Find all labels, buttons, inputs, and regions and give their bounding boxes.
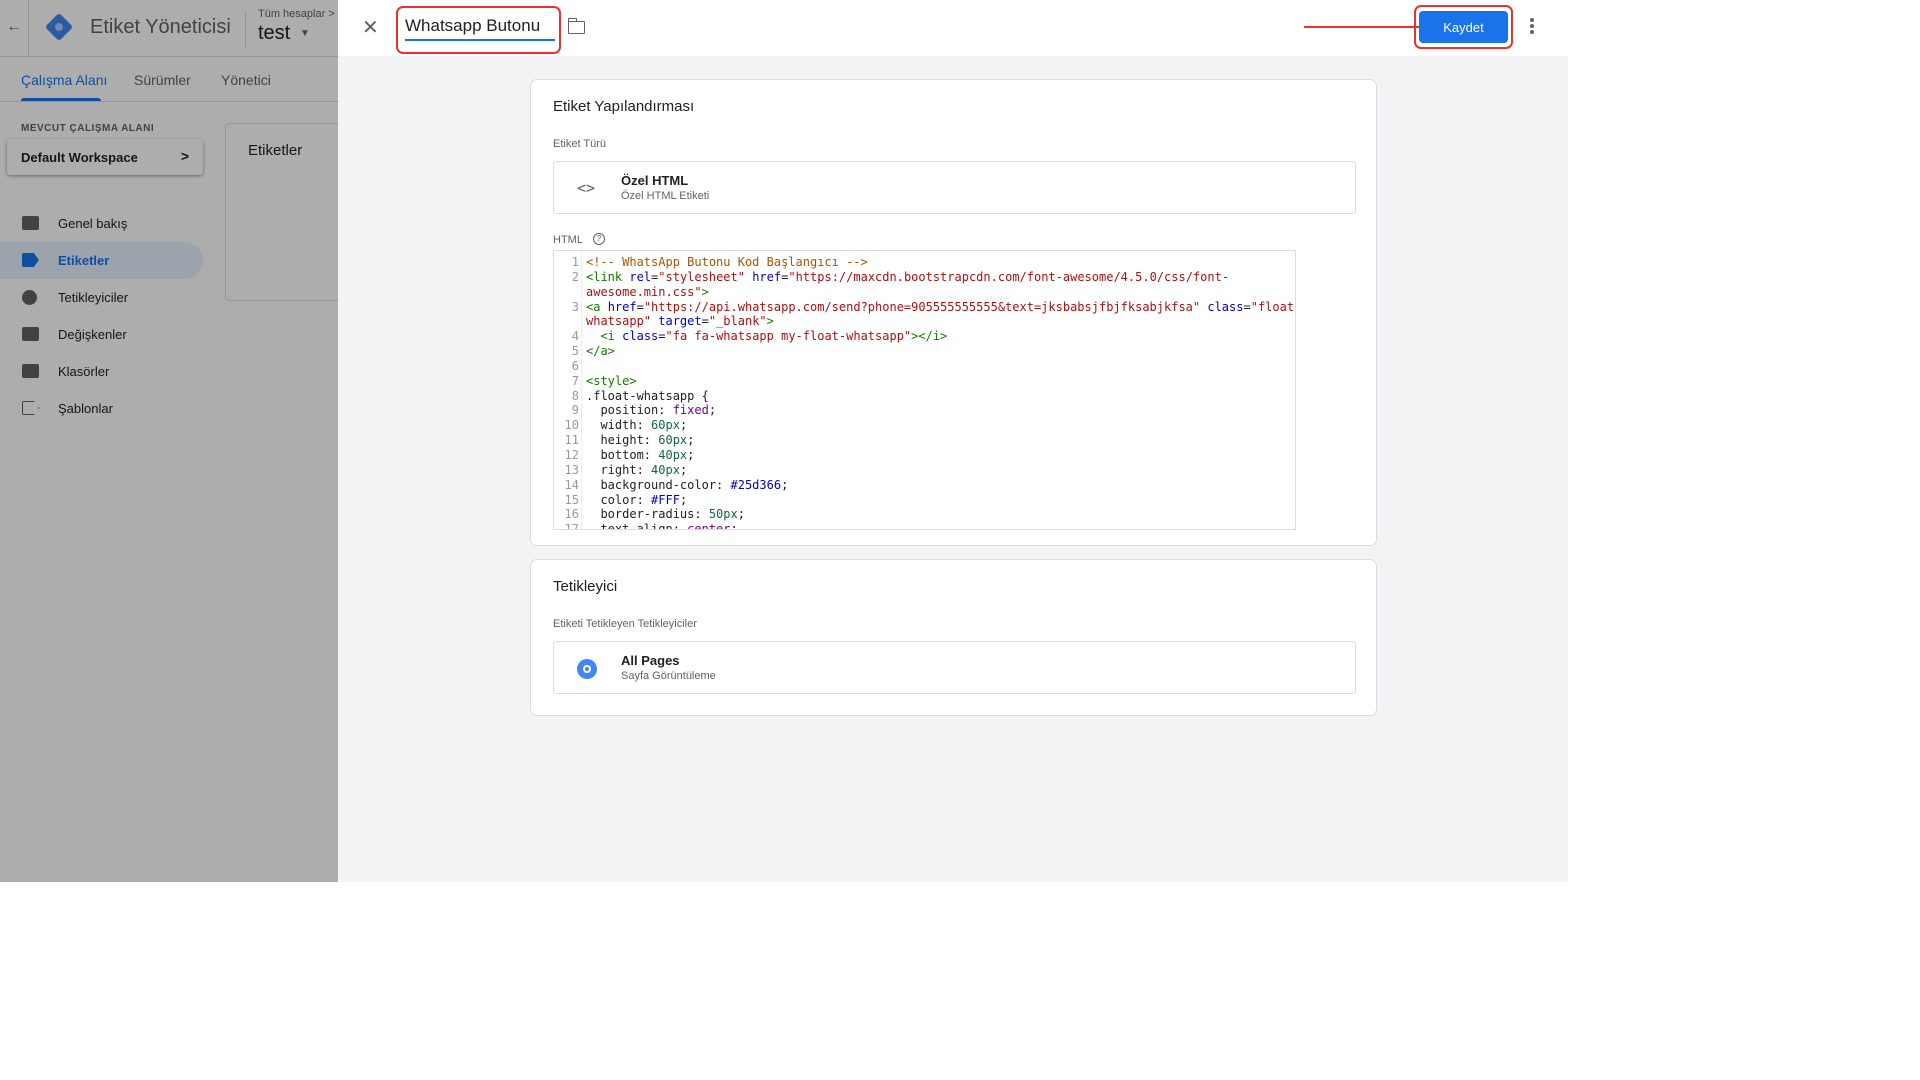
modal-scrim[interactable] — [0, 0, 340, 882]
line-number: 1 — [571, 255, 579, 269]
line-number: 2 — [571, 269, 579, 284]
line-number: 13 — [564, 462, 579, 477]
more-vert-icon[interactable] — [1528, 16, 1536, 38]
line-number: 15 — [564, 492, 579, 507]
code-line: <a href="https://api.whatsapp.com/send?p… — [586, 299, 1295, 314]
trigger-label: Etiketi Tetikleyen Tetikleyiciler — [553, 618, 697, 630]
folder-icon[interactable] — [567, 18, 585, 34]
code-line: </a> — [586, 344, 615, 359]
line-number: 3 — [571, 299, 579, 314]
line-number: 12 — [564, 447, 579, 462]
trigger-name: All Pages — [621, 653, 680, 668]
code-line: .float-whatsapp { — [586, 388, 709, 403]
code-line: height: 60px; — [586, 433, 695, 448]
code-line: <!-- WhatsApp Butonu Kod Başlangıcı --> — [586, 255, 868, 269]
code-line: <i class="fa fa-whatsapp my-float-whatsa… — [600, 329, 948, 344]
line-number: 7 — [571, 373, 579, 388]
line-number: 16 — [564, 507, 579, 522]
panel-header: ✕ Whatsapp Butonu Kaydet — [338, 0, 1568, 56]
help-icon[interactable]: ? — [593, 233, 605, 245]
line-number: 6 — [571, 358, 579, 373]
trigger-item[interactable]: All Pages Sayfa Görüntüleme — [553, 641, 1356, 694]
tag-name-input[interactable]: Whatsapp Butonu — [405, 16, 555, 41]
line-number: 11 — [564, 433, 579, 448]
section-title: Tetikleyici — [553, 578, 618, 595]
line-number-gutter: 12 3 4 5 6 7 8 9 10 11 12 13 14 15 16 17 — [554, 255, 581, 530]
code-icon: <> — [577, 179, 596, 197]
trigger-card: Tetikleyici Etiketi Tetikleyen Tetikleyi… — [530, 559, 1377, 716]
annotation-arrow — [1304, 26, 1428, 28]
html-code-editor[interactable]: 12 3 4 5 6 7 8 9 10 11 12 13 14 15 16 17 <!-- WhatsAp… — [553, 250, 1296, 530]
code-content[interactable]: <!-- WhatsApp Butonu Kod Başlangıcı --> <… — [586, 255, 1295, 530]
code-line: awesome.min.css"> — [586, 284, 709, 299]
line-number: 8 — [571, 388, 579, 403]
line-number — [554, 285, 581, 300]
line-number: 14 — [564, 477, 579, 492]
gutter-divider — [581, 251, 582, 529]
code-line: width: 60px; — [586, 418, 688, 433]
tag-configuration-card: Etiket Yapılandırması Etiket Türü <> Öze… — [530, 79, 1377, 546]
code-line: color: #FFF; — [586, 492, 688, 507]
tag-type-selector[interactable]: <> Özel HTML Özel HTML Etiketi — [553, 161, 1356, 214]
code-line: border-radius: 50px; — [586, 507, 745, 522]
line-number — [554, 314, 581, 329]
code-line: background-color: #25d366; — [586, 477, 789, 492]
section-title: Etiket Yapılandırması — [553, 98, 695, 115]
line-number: 4 — [571, 329, 579, 344]
code-line: right: 40px; — [586, 462, 688, 477]
tag-type-label: Etiket Türü — [553, 138, 606, 150]
close-icon[interactable]: ✕ — [362, 15, 379, 40]
line-number: 17 — [564, 522, 579, 530]
line-number: 9 — [571, 403, 579, 418]
code-line: <style> — [586, 373, 637, 388]
line-number: 10 — [564, 418, 579, 433]
code-line: <link rel="stylesheet" href="https://max… — [586, 269, 1230, 284]
eye-icon — [577, 659, 597, 679]
code-line: text-align: center; — [586, 522, 738, 530]
save-button[interactable]: Kaydet — [1419, 11, 1508, 43]
html-label: HTML — [553, 234, 583, 246]
tag-type-description: Özel HTML Etiketi — [621, 190, 710, 202]
code-line: position: fixed; — [586, 403, 717, 418]
trigger-description: Sayfa Görüntüleme — [621, 670, 716, 682]
code-line: bottom: 40px; — [586, 447, 695, 462]
line-number: 5 — [571, 344, 579, 359]
tag-editor-panel: ✕ Whatsapp Butonu Kaydet Etiket Yapıland… — [338, 0, 1568, 882]
tag-type-name: Özel HTML — [621, 173, 689, 188]
code-line: whatsapp" target="_blank"> — [586, 314, 774, 329]
